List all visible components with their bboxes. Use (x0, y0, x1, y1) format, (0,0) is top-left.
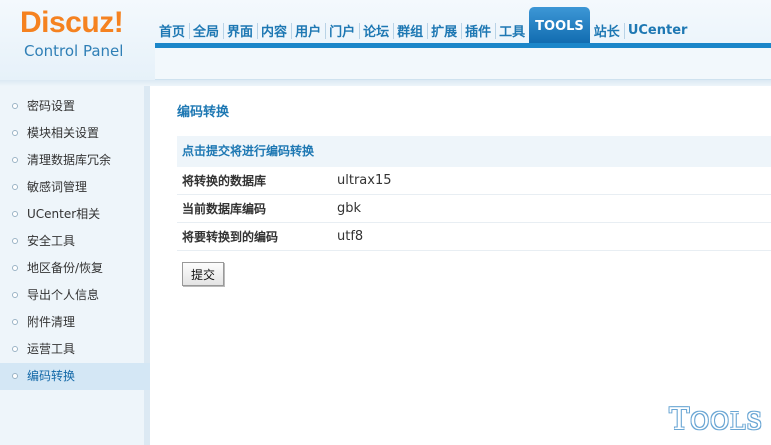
sidebar-item-label: 运营工具 (27, 342, 76, 356)
bullet-icon (12, 211, 18, 217)
sidebar-item-export[interactable]: 导出个人信息 (0, 282, 150, 309)
nav-tools-cn[interactable]: 工具 (495, 15, 529, 45)
row-label: 当前数据库编码 (182, 202, 267, 216)
sidebar-item-module[interactable]: 模块相关设置 (0, 120, 150, 147)
conversion-form: 点击提交将进行编码转换 将转换的数据库 ultrax15 当前数据库编码 gbk… (177, 136, 771, 251)
sidebar-item-label: 导出个人信息 (27, 288, 100, 302)
nav-portal[interactable]: 门户 (325, 15, 359, 45)
sidebar-item-label: 密码设置 (27, 99, 76, 113)
sidebar-item-region-backup[interactable]: 地区备份/恢复 (0, 255, 150, 282)
sidebar-menu: 密码设置 模块相关设置 清理数据库冗余 敏感词管理 UCenter相关 安全工具… (0, 93, 150, 390)
sidebar-item-label: 地区备份/恢复 (27, 261, 104, 275)
row-label: 将要转换到的编码 (182, 230, 279, 244)
bullet-icon (12, 319, 18, 325)
nav-home[interactable]: 首页 (155, 15, 189, 45)
row-value: utf8 (337, 229, 364, 244)
nav-users[interactable]: 用户 (291, 15, 325, 45)
nav-interface[interactable]: 界面 (223, 15, 257, 45)
sidebar-item-security[interactable]: 安全工具 (0, 228, 150, 255)
nav-extend[interactable]: 扩展 (427, 15, 461, 45)
nav-forum[interactable]: 论坛 (359, 15, 393, 45)
sidebar-item-encoding[interactable]: 编码转换 (0, 363, 150, 390)
row-value: ultrax15 (337, 173, 392, 188)
top-nav: 首页 全局 界面 内容 用户 门户 论坛 群组 扩展 插件 工具 TOOLS 站… (155, 7, 692, 45)
sidebar-item-password[interactable]: 密码设置 (0, 93, 150, 120)
nav-global[interactable]: 全局 (189, 15, 223, 45)
form-row: 将转换的数据库 ultrax15 (177, 167, 771, 195)
header: Discuz! Control Panel 首页 全局 界面 内容 用户 门户 … (0, 0, 771, 80)
form-row: 当前数据库编码 gbk (177, 195, 771, 223)
sidebar-item-label: UCenter相关 (27, 207, 101, 221)
nav-plugins[interactable]: 插件 (461, 15, 495, 45)
bullet-icon (12, 238, 18, 244)
bullet-icon (12, 373, 18, 379)
sidebar-item-label: 附件清理 (27, 315, 76, 329)
sidebar-item-db-cleanup[interactable]: 清理数据库冗余 (0, 147, 150, 174)
bullet-icon (12, 157, 18, 163)
row-label: 将转换的数据库 (182, 174, 267, 188)
bullet-icon (12, 292, 18, 298)
bullet-icon (12, 265, 18, 271)
bullet-icon (12, 103, 18, 109)
sidebar: 密码设置 模块相关设置 清理数据库冗余 敏感词管理 UCenter相关 安全工具… (0, 86, 150, 445)
sidebar-item-label: 模块相关设置 (27, 126, 100, 140)
nav-webmaster[interactable]: 站长 (590, 15, 624, 45)
logo[interactable]: Discuz! Control Panel (0, 0, 155, 80)
sidebar-item-censor[interactable]: 敏感词管理 (0, 174, 150, 201)
main-content: 编码转换 点击提交将进行编码转换 将转换的数据库 ultrax15 当前数据库编… (156, 86, 771, 445)
sidebar-item-label: 清理数据库冗余 (27, 153, 112, 167)
sidebar-item-label: 编码转换 (27, 369, 76, 383)
submit-button[interactable]: 提交 (182, 262, 224, 286)
sidebar-item-operations[interactable]: 运营工具 (0, 336, 150, 363)
sidebar-item-label: 敏感词管理 (27, 180, 88, 194)
logo-subtitle: Control Panel (24, 42, 124, 60)
nav-content[interactable]: 内容 (257, 15, 291, 45)
sidebar-item-attachment[interactable]: 附件清理 (0, 309, 150, 336)
nav-tools[interactable]: TOOLS (529, 7, 590, 45)
nav-group[interactable]: 群组 (393, 15, 427, 45)
bullet-icon (12, 130, 18, 136)
logo-wordmark: Discuz! (20, 6, 124, 39)
sidebar-item-label: 安全工具 (27, 234, 76, 248)
tools-watermark: TOOLS (669, 402, 763, 437)
row-value: gbk (337, 201, 362, 216)
bullet-icon (12, 346, 18, 352)
sidebar-item-ucenter[interactable]: UCenter相关 (0, 201, 150, 228)
page-title: 编码转换 (177, 105, 230, 120)
form-row: 将要转换到的编码 utf8 (177, 223, 771, 251)
sub-nav-strip (155, 48, 771, 80)
form-header: 点击提交将进行编码转换 (177, 136, 771, 167)
watermark-initial: T (669, 402, 691, 437)
bullet-icon (12, 184, 18, 190)
nav-ucenter[interactable]: UCenter (623, 15, 692, 45)
watermark-rest: OOLS (690, 409, 763, 435)
